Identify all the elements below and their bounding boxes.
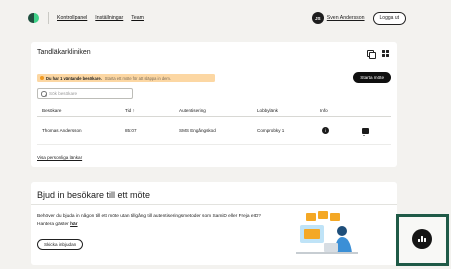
table-row-divider — [37, 144, 391, 145]
search-input[interactable] — [49, 91, 129, 96]
invite-divider — [31, 204, 397, 205]
help-widget-frame — [396, 214, 449, 266]
chart-icon — [418, 236, 426, 242]
user-name-link[interactable]: Sven Andersson — [327, 15, 365, 21]
chat-icon[interactable] — [362, 128, 369, 136]
logout-button[interactable]: Logga ut — [372, 11, 406, 25]
nav-link-settings[interactable]: Inställningar — [95, 15, 123, 21]
cell-time: 85:07 — [125, 128, 137, 133]
cell-visitor: Thomas Andersson — [42, 128, 82, 133]
video-meeting-illustration — [296, 211, 358, 254]
clinic-card: Tandläkarkliniken Du har 1 väntande besö… — [31, 42, 397, 167]
nav-link-team[interactable]: Team — [131, 15, 144, 21]
copy-icon[interactable] — [367, 50, 376, 59]
help-widget-button[interactable] — [412, 229, 432, 249]
column-header-time[interactable]: Tid ↑ — [125, 108, 135, 113]
waiting-visitors-banner: Du har 1 väntande besökare. Starta ett m… — [37, 74, 215, 82]
column-header-visitor[interactable]: Besökare — [42, 108, 61, 113]
brand-logo[interactable] — [28, 12, 40, 24]
cell-auth: SMS Engångskod — [179, 128, 216, 133]
page: Kontrollpanel Inställningar Team JS Sven… — [0, 0, 451, 269]
invite-description: Behöver du bjuda in någon till ett möte … — [37, 213, 277, 228]
banner-text: Starta ett möte för att släppa in dem. — [104, 75, 171, 81]
banner-bold-text: Du har 1 väntande besökare. — [46, 75, 102, 81]
send-invite-button[interactable]: Skicka inbjudan — [37, 239, 84, 250]
info-icon[interactable]: i — [322, 127, 329, 134]
top-header: Kontrollpanel Inställningar Team JS Sven… — [28, 8, 406, 28]
column-header-info: Info — [320, 108, 328, 113]
avatar[interactable]: JS — [311, 12, 324, 24]
search-box[interactable] — [37, 88, 133, 99]
clinic-title: Tandläkarkliniken — [37, 49, 91, 56]
personal-links-link[interactable]: Visa personliga länkar — [37, 155, 82, 160]
cell-lobby: Comprobky 1 — [257, 128, 285, 133]
table-header-divider — [37, 116, 391, 117]
nav-link-dashboard[interactable]: Kontrollpanel — [57, 15, 87, 21]
qr-code-icon[interactable] — [382, 50, 389, 57]
start-meeting-button[interactable]: Starta möte — [353, 72, 391, 83]
warning-icon — [40, 76, 44, 80]
header-divider — [48, 12, 49, 24]
invite-title: Bjud in besökare till ett möte — [37, 190, 151, 200]
manage-guests-link[interactable]: här — [70, 222, 77, 227]
column-header-lobby[interactable]: Lobbylänk — [257, 108, 278, 113]
search-icon — [41, 91, 47, 97]
column-header-auth[interactable]: Autentisering — [179, 108, 206, 113]
